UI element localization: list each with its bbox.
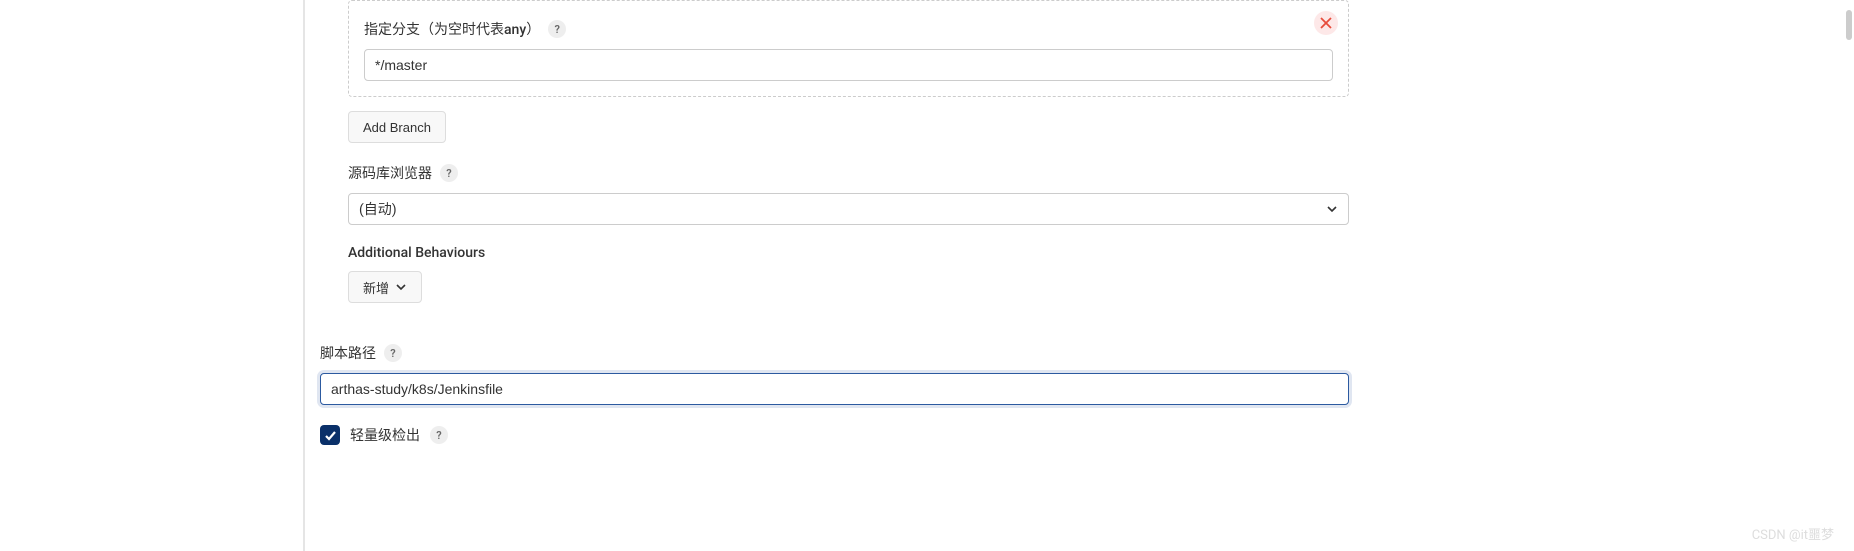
scrollbar-thumb[interactable]	[1846, 10, 1852, 40]
add-behaviour-label: 新增	[363, 278, 389, 297]
scm-browser-select[interactable]: (自动)	[348, 193, 1349, 225]
branch-label-row: 指定分支（为空时代表any） ?	[364, 19, 1333, 39]
branch-config-block: 指定分支（为空时代表any） ? Add Branch 源码库浏览器 ? (自动…	[348, 0, 1349, 303]
script-path-label: 脚本路径	[320, 343, 376, 363]
chevron-down-icon	[1326, 203, 1338, 215]
help-icon[interactable]: ?	[548, 20, 566, 38]
branch-label: 指定分支（为空时代表any）	[364, 19, 540, 39]
branch-specifier-input[interactable]	[364, 49, 1333, 81]
lightweight-checkout-checkbox[interactable]	[320, 425, 340, 445]
script-path-label-row: 脚本路径 ?	[320, 343, 1349, 363]
lightweight-checkout-label: 轻量级检出	[350, 425, 420, 445]
lightweight-checkout-section: 轻量级检出 ?	[320, 425, 1349, 445]
remove-branch-button[interactable]	[1314, 11, 1338, 35]
help-icon[interactable]: ?	[430, 426, 448, 444]
chevron-down-icon	[395, 281, 407, 293]
close-icon	[1320, 17, 1332, 29]
branch-specifier-box: 指定分支（为空时代表any） ?	[348, 0, 1349, 97]
add-branch-button[interactable]: Add Branch	[348, 111, 446, 143]
add-behaviour-button[interactable]: 新增	[348, 271, 422, 303]
script-path-input[interactable]	[320, 373, 1349, 405]
script-path-section: 脚本路径 ?	[320, 343, 1349, 405]
help-icon[interactable]: ?	[384, 344, 402, 362]
help-icon[interactable]: ?	[440, 164, 458, 182]
additional-behaviours-label-row: Additional Behaviours	[348, 245, 1349, 261]
additional-behaviours-section: Additional Behaviours 新增	[348, 245, 1349, 303]
vertical-divider	[303, 0, 305, 551]
scm-browser-selected-value: (自动)	[359, 199, 397, 219]
check-icon	[324, 429, 337, 442]
additional-behaviours-label: Additional Behaviours	[348, 245, 485, 261]
scm-browser-label-row: 源码库浏览器 ?	[348, 163, 1349, 183]
lightweight-checkout-row: 轻量级检出 ?	[320, 425, 1349, 445]
add-branch-section: Add Branch	[348, 111, 1349, 143]
scm-browser-section: 源码库浏览器 ? (自动)	[348, 163, 1349, 225]
watermark-text: CSDN @it噩梦	[1752, 524, 1834, 543]
scm-browser-label: 源码库浏览器	[348, 163, 432, 183]
main-content: 指定分支（为空时代表any） ? Add Branch 源码库浏览器 ? (自动…	[320, 0, 1349, 465]
